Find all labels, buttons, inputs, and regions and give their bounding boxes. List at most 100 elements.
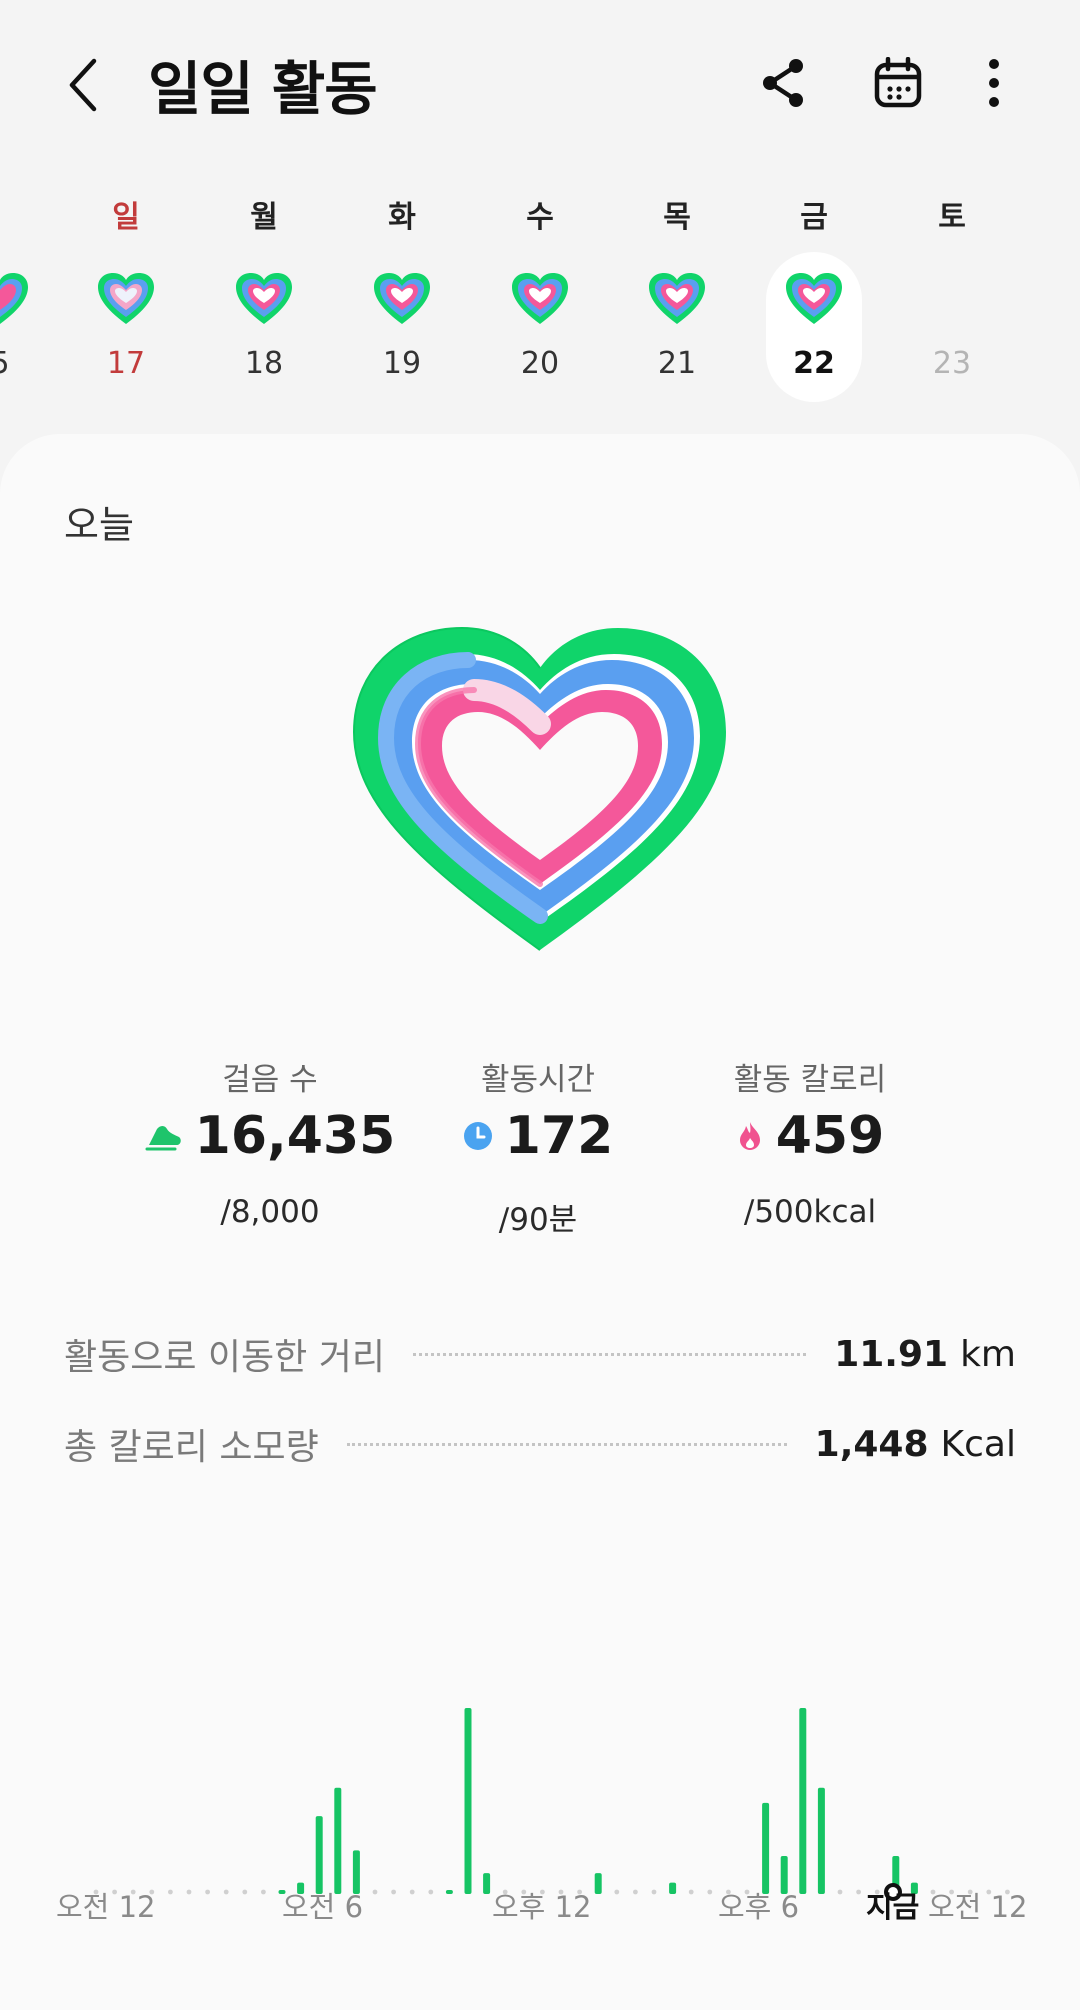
- day-date: 5: [0, 346, 48, 381]
- heart-ring-icon: [236, 273, 292, 324]
- chart-baseline-dot: [205, 1889, 211, 1895]
- share-icon: [763, 59, 803, 107]
- chart-baseline-dot: [614, 1889, 620, 1895]
- heart-ring-icon: [786, 273, 842, 324]
- chevron-left-icon: [69, 58, 97, 112]
- stat-value: 16,435: [194, 1106, 396, 1166]
- day-name: 일: [112, 200, 140, 235]
- back-button[interactable]: [56, 50, 110, 120]
- day-date: 22: [793, 346, 835, 381]
- active-calories-stat[interactable]: 활동 칼로리 459 /500kcal: [680, 1054, 940, 1254]
- chart-baseline-dot: [837, 1889, 843, 1895]
- day-thu[interactable]: 목 21: [629, 190, 725, 410]
- chart-baseline-dot: [688, 1889, 694, 1895]
- chart-bar: [315, 1816, 323, 1894]
- day-sun[interactable]: 일 17: [78, 190, 174, 410]
- distance-row: 활동으로 이동한 거리 11.91 km: [64, 1324, 1016, 1384]
- day-name: 금: [800, 200, 828, 235]
- app-bar: 일일 활동: [0, 0, 1080, 170]
- chart-bar: [334, 1787, 342, 1894]
- stat-label: 활동 칼로리: [733, 1062, 887, 1098]
- dotted-leader: [412, 1352, 807, 1356]
- page-title: 일일 활동: [148, 55, 378, 123]
- chart-baseline-dot: [391, 1889, 396, 1895]
- day-fri-selected[interactable]: 금 22: [766, 190, 862, 410]
- day-wed[interactable]: 수 20: [492, 190, 588, 410]
- heart-ring-icon: [98, 273, 154, 324]
- day-name: 화: [388, 200, 416, 235]
- x-tick-label: 오전 6: [282, 1890, 364, 1924]
- heart-ring-icon: [512, 273, 568, 324]
- dotted-leader: [346, 1442, 787, 1446]
- chart-baseline-dot: [651, 1889, 657, 1895]
- stat-value-row: 459: [680, 1106, 940, 1166]
- more-options-button[interactable]: [962, 50, 1026, 116]
- x-tick-label: 오후 6: [718, 1890, 800, 1924]
- chart-baseline-dot: [242, 1889, 248, 1895]
- stat-label: 걸음 수: [222, 1062, 318, 1098]
- metric-label: 활동으로 이동한 거리: [64, 1337, 385, 1378]
- metric-value: 11.91: [834, 1333, 949, 1375]
- calendar-icon: [874, 57, 922, 108]
- chart-bar: [762, 1802, 770, 1894]
- more-vertical-icon: [989, 59, 999, 107]
- heart-ring-icon: [374, 273, 430, 324]
- day-name: 수: [526, 200, 554, 235]
- day-date: 20: [520, 346, 560, 381]
- shoe-icon: [145, 1126, 181, 1151]
- chart-baseline-dot: [428, 1889, 434, 1895]
- x-tick-label-now: 지금: [866, 1890, 920, 1924]
- metric-unit: Kcal: [940, 1423, 1016, 1465]
- chart-bar: [594, 1873, 602, 1894]
- chart-baseline-dot: [186, 1889, 192, 1895]
- activity-rings-heart: [352, 626, 726, 951]
- chart-bar: [669, 1882, 677, 1894]
- chart-baseline-dot: [372, 1889, 378, 1895]
- metric-unit: km: [960, 1333, 1016, 1375]
- stat-value-row: 16,435: [140, 1106, 400, 1166]
- week-strip: 5 일 17 월 18 화 19 수: [0, 190, 1080, 420]
- x-tick-label: 오전 12: [928, 1890, 1028, 1924]
- day-prev-partial[interactable]: 5: [0, 190, 48, 410]
- stat-goal: /8,000: [220, 1194, 320, 1230]
- heart-ring-icon: [649, 273, 705, 324]
- steps-stat[interactable]: 걸음 수 16,435 /8,000: [140, 1054, 400, 1254]
- calendar-button[interactable]: [866, 50, 930, 116]
- metric-label: 총 칼로리 소모량: [64, 1427, 319, 1468]
- chart-bar: [464, 1708, 472, 1894]
- day-name: 월: [250, 200, 278, 235]
- flame-icon: [739, 1122, 760, 1150]
- chart-baseline-dot: [223, 1889, 229, 1895]
- day-mon[interactable]: 월 18: [216, 190, 312, 410]
- day-date: 19: [382, 346, 422, 381]
- active-time-stat[interactable]: 활동시간 172 /90분: [408, 1054, 668, 1254]
- day-name: 토: [938, 200, 966, 235]
- heart-ring-icon: [0, 273, 28, 324]
- chart-baseline-dot: [707, 1889, 713, 1895]
- stat-value: 172: [504, 1106, 614, 1166]
- day-date: 23: [932, 346, 972, 381]
- day-date: 21: [657, 346, 697, 381]
- chart-baseline-dot: [409, 1889, 415, 1895]
- share-button[interactable]: [752, 50, 816, 116]
- chart-baseline-dot: [633, 1889, 638, 1895]
- chart-bar: [799, 1708, 807, 1894]
- chart-baseline-dot: [168, 1889, 173, 1895]
- total-calories-row: 총 칼로리 소모량 1,448 Kcal: [64, 1414, 1016, 1474]
- day-name: 목: [663, 200, 691, 235]
- day-tue[interactable]: 화 19: [354, 190, 450, 410]
- stat-goal: /500kcal: [743, 1194, 877, 1230]
- chart-bar: [483, 1873, 491, 1894]
- chart-bar: [445, 1890, 453, 1894]
- activity-stats: 걸음 수 16,435 /8,000 활동시간 172 /90분 활동 칼로리 …: [140, 1054, 940, 1254]
- clock-icon: [463, 1122, 492, 1150]
- stat-value-row: 172: [408, 1106, 668, 1166]
- daily-activity-card: 오늘 걸음 수 16,435 /8,000 활동시간 172 /90분 활동 칼…: [0, 434, 1080, 2010]
- x-tick-label: 오후 12: [492, 1890, 592, 1924]
- day-sat[interactable]: 토 23: [904, 190, 1000, 410]
- day-date: 17: [106, 346, 146, 381]
- metric-value: 1,448: [814, 1423, 929, 1465]
- today-label: 오늘: [64, 503, 134, 547]
- chart-baseline-dot: [261, 1889, 266, 1895]
- x-tick-label: 오전 12: [56, 1890, 156, 1924]
